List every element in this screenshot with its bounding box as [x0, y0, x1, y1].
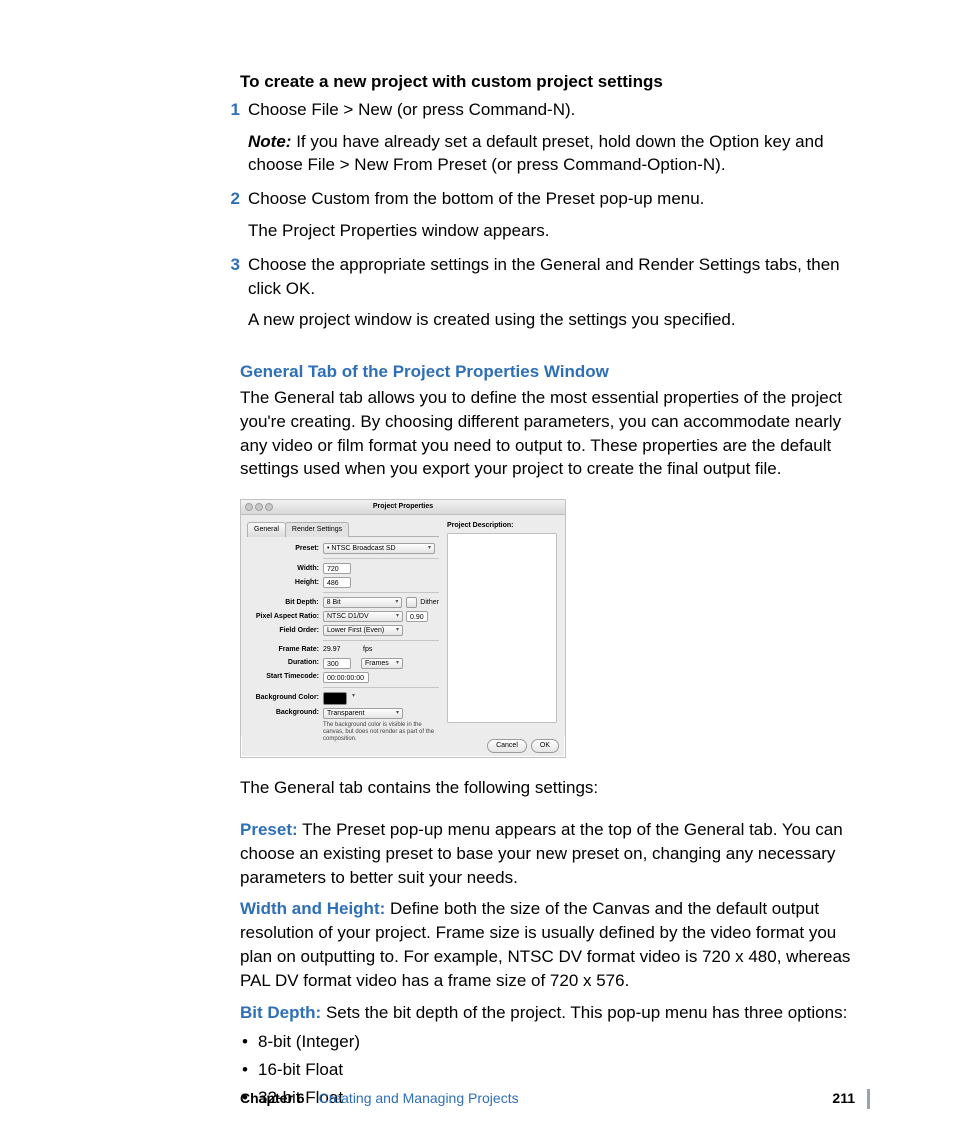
bgcolor-swatch[interactable] [323, 692, 347, 705]
framerate-label: Frame Rate: [247, 645, 323, 655]
bgcolor-label: Background Color: [247, 693, 323, 703]
def-preset: Preset: The Preset pop-up menu appears a… [240, 818, 870, 889]
bitdepth-select[interactable]: 8 Bit▾ [323, 597, 403, 608]
timecode-input[interactable]: 00:00:00:00 [323, 672, 369, 683]
def-preset-body: The Preset pop-up menu appears at the to… [240, 820, 843, 887]
step-text: Choose Custom from the bottom of the Pre… [248, 187, 870, 211]
preset-select[interactable]: • NTSC Broadcast SD▾ [323, 543, 435, 554]
ok-button[interactable]: OK [531, 739, 559, 753]
step-number: 2 [218, 187, 248, 243]
step-1: 1 Choose File > New (or press Command-N)… [240, 98, 870, 177]
description-label: Project Description: [447, 521, 557, 531]
background-hint: The background color is visible in the c… [323, 722, 439, 744]
note-text: If you have already set a default preset… [248, 132, 824, 175]
def-bd-body: Sets the bit depth of the project. This … [326, 1003, 847, 1022]
description-textarea[interactable] [447, 533, 557, 723]
width-label: Width: [247, 564, 323, 574]
section-paragraph: The General tab allows you to define the… [240, 386, 870, 481]
window-titlebar: Project Properties [241, 500, 565, 515]
intro-settings-text: The General tab contains the following s… [240, 776, 870, 800]
footer-chapter: Chapter 6 [240, 1089, 305, 1109]
par-select[interactable]: NTSC D1/DV▾ [323, 611, 403, 622]
step-text: Choose the appropriate settings in the G… [248, 253, 870, 301]
framerate-value: 29.97 [323, 645, 351, 655]
window-title: Project Properties [241, 502, 565, 512]
step-result: A new project window is created using th… [248, 308, 870, 332]
project-properties-screenshot: Project Properties General Render Settin… [240, 499, 566, 758]
duration-input[interactable]: 300 [323, 658, 351, 669]
fieldorder-select[interactable]: Lower First (Even)▾ [323, 625, 403, 636]
note-label: Note: [248, 132, 291, 151]
def-preset-term: Preset: [240, 820, 298, 839]
step-2: 2 Choose Custom from the bottom of the P… [240, 187, 870, 243]
tab-render-settings[interactable]: Render Settings [285, 522, 349, 537]
def-wh-term: Width and Height: [240, 899, 385, 918]
par-label: Pixel Aspect Ratio: [247, 612, 323, 622]
fieldorder-label: Field Order: [247, 626, 323, 636]
bitdepth-label: Bit Depth: [247, 598, 323, 608]
step-number: 3 [218, 253, 248, 332]
height-input[interactable]: 486 [323, 577, 351, 588]
framerate-unit: fps [363, 645, 372, 655]
step-3: 3 Choose the appropriate settings in the… [240, 253, 870, 332]
cancel-button[interactable]: Cancel [487, 739, 527, 753]
def-bd-term: Bit Depth: [240, 1003, 321, 1022]
list-item: 8-bit (Integer) [240, 1030, 870, 1054]
timecode-label: Start Timecode: [247, 672, 323, 682]
preset-label: Preset: [247, 544, 323, 554]
background-select[interactable]: Transparent▾ [323, 708, 403, 719]
dither-checkbox[interactable] [406, 597, 417, 608]
duration-unit-select[interactable]: Frames▾ [361, 658, 403, 669]
def-bit-depth: Bit Depth: Sets the bit depth of the pro… [240, 1001, 870, 1025]
section-heading: General Tab of the Project Properties Wi… [240, 360, 870, 384]
procedure-title: To create a new project with custom proj… [240, 70, 870, 94]
tab-bar: General Render Settings [247, 521, 439, 537]
step-note: Note: If you have already set a default … [248, 130, 870, 178]
par-value-input[interactable]: 0.90 [406, 611, 428, 622]
width-input[interactable]: 720 [323, 563, 351, 574]
background-label: Background: [247, 708, 323, 718]
footer-page-number: 211 [832, 1089, 870, 1109]
page-footer: Chapter 6 Creating and Managing Projects… [240, 1089, 870, 1109]
height-label: Height: [247, 578, 323, 588]
footer-title: Creating and Managing Projects [319, 1089, 519, 1109]
step-text: Choose File > New (or press Command-N). [248, 98, 870, 122]
def-width-height: Width and Height: Define both the size o… [240, 897, 870, 992]
step-number: 1 [218, 98, 248, 177]
list-item: 16-bit Float [240, 1058, 870, 1082]
step-result: The Project Properties window appears. [248, 219, 870, 243]
dither-label: Dither [420, 598, 439, 608]
duration-label: Duration: [247, 658, 323, 668]
tab-general[interactable]: General [247, 522, 286, 537]
